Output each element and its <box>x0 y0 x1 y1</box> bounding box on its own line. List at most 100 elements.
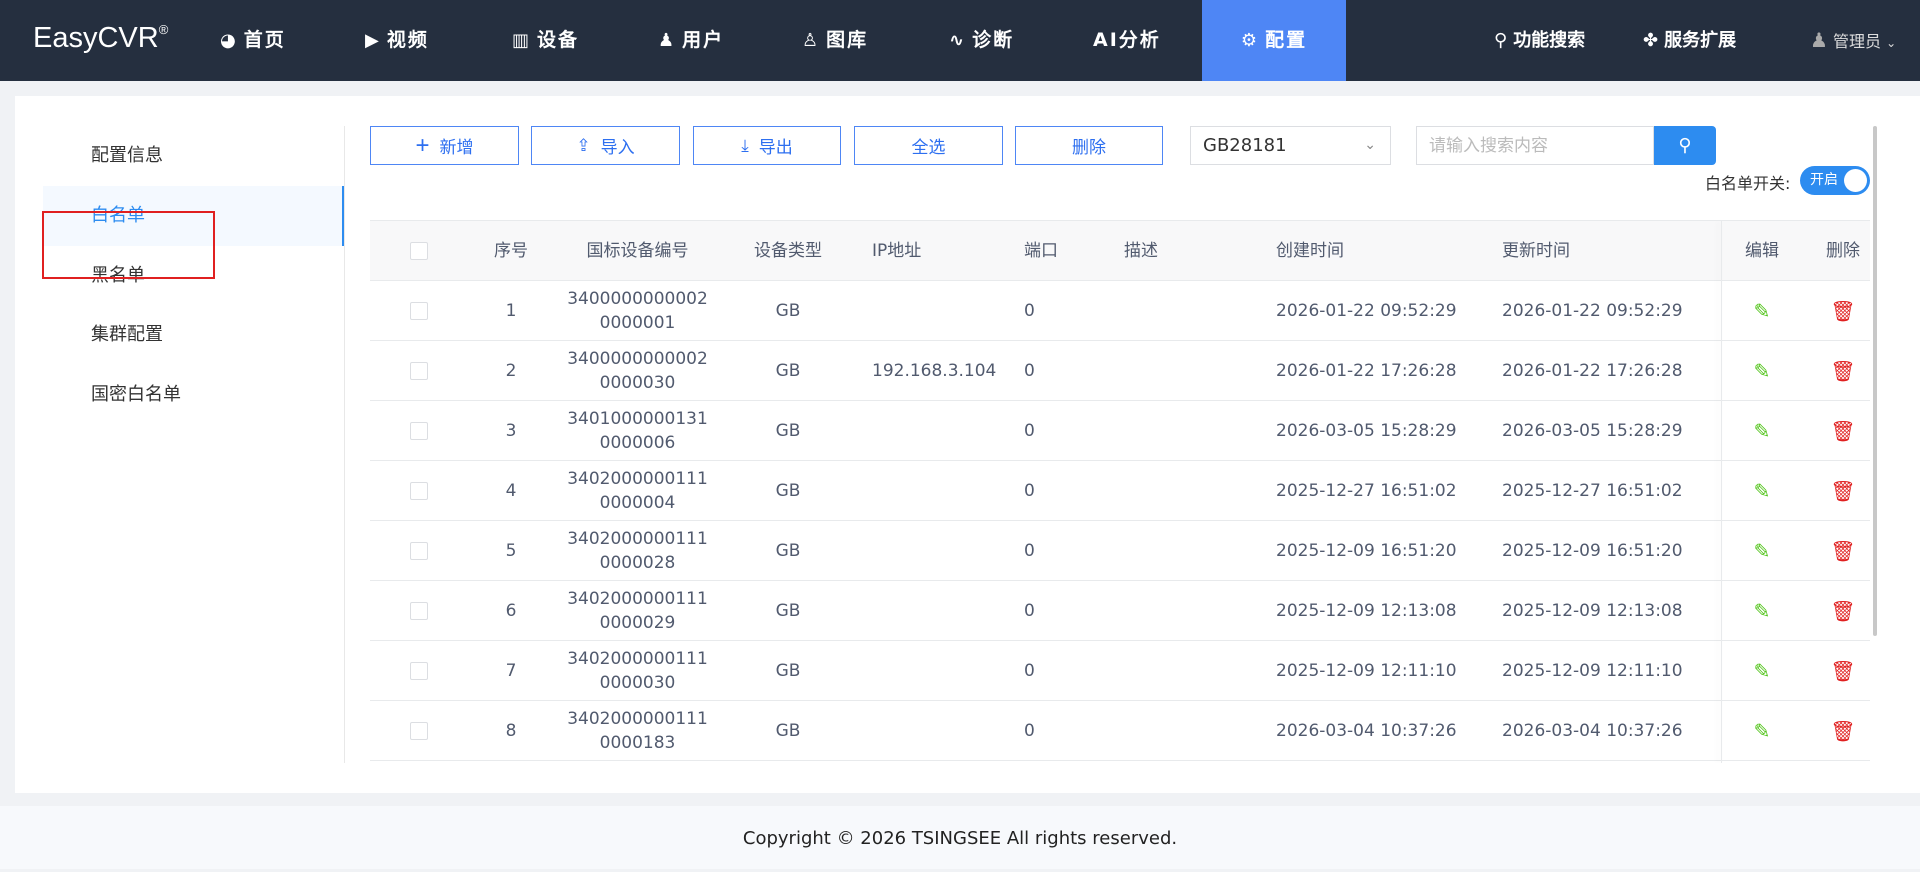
delete-button[interactable]: 删除 <box>1015 126 1163 165</box>
cell-device-id: 3402000000111 0000183 <box>560 701 715 761</box>
content-panel: 配置信息 白名单 黑名单 集群配置 国密白名单 + 新增 ⇪ 导入 ⤓ 导出 全选 删… <box>15 96 1920 793</box>
nav-service-extend[interactable]: ✤ 服务扩展 <box>1643 0 1736 81</box>
select-all-button[interactable]: 全选 <box>854 126 1003 165</box>
top-nav: EasyCVR® ◕ 首页 ▶ 视频 ▥ 设备 ♟ 用户 ♙ 图库 ∿ 诊断 AI分析 ⚙ 配… <box>0 0 1920 81</box>
device-id-part: 0000030 <box>599 673 676 693</box>
device-id-part: 3400000000002 <box>567 289 708 309</box>
edit-icon[interactable]: ✎ <box>1732 581 1792 641</box>
add-button[interactable]: + 新增 <box>370 126 519 165</box>
trash-icon[interactable]: 🗑 <box>1813 461 1870 521</box>
download-icon: ⤓ <box>741 135 749 155</box>
row-checkbox[interactable] <box>410 521 428 581</box>
device-id-part: 0000030 <box>599 373 676 393</box>
search-input[interactable] <box>1416 126 1654 165</box>
cell-port: 0 <box>1024 481 1035 501</box>
user-menu[interactable]: ♟ 管理员 ⌄ <box>1810 0 1896 81</box>
search-button[interactable]: ⚲ <box>1654 126 1716 165</box>
trash-icon[interactable]: 🗑 <box>1813 641 1870 701</box>
cell-no: 2 <box>505 361 517 381</box>
device-id-part: 3400000000002 <box>567 349 708 369</box>
nav-ai[interactable]: AI分析 <box>1093 0 1161 81</box>
trash-icon[interactable]: 🗑 <box>1813 281 1870 341</box>
edit-icon[interactable]: ✎ <box>1732 401 1792 461</box>
search-icon: ⚲ <box>1678 135 1692 155</box>
fixed-column-divider <box>1721 221 1722 763</box>
nav-label: 配置 <box>1265 29 1308 51</box>
table-row: 1 3400000000002 0000001 GB 0 2026-01-22 0… <box>370 281 1870 341</box>
cell-device-id: 3400000000002 0000030 <box>560 341 715 401</box>
nav-gallery[interactable]: ♙ 图库 <box>802 0 868 81</box>
nav-label: 功能搜索 <box>1513 30 1586 51</box>
device-id-part: 3402000000111 <box>567 649 708 669</box>
row-checkbox[interactable] <box>410 641 428 701</box>
trash-icon[interactable]: 🗑 <box>1813 701 1870 761</box>
trash-icon[interactable]: 🗑 <box>1813 401 1870 461</box>
nav-user[interactable]: ♟ 用户 <box>658 0 724 81</box>
edit-icon[interactable]: ✎ <box>1732 341 1792 401</box>
puzzle-icon: ✤ <box>1643 30 1659 51</box>
cell-no: 8 <box>505 721 517 741</box>
nav-diagnose[interactable]: ∿ 诊断 <box>949 0 1014 81</box>
col-header: 编辑 <box>1745 241 1779 261</box>
sidebar-item-cluster[interactable]: 集群配置 <box>43 305 344 365</box>
trash-icon[interactable]: 🗑 <box>1813 341 1870 401</box>
device-type-select[interactable]: GB28181 ⌄ <box>1190 126 1391 165</box>
col-header: 端口 <box>1024 241 1058 261</box>
device-id-part: 3402000000111 <box>567 529 708 549</box>
trash-icon[interactable]: 🗑 <box>1813 581 1870 641</box>
row-checkbox[interactable] <box>410 701 428 761</box>
row-checkbox[interactable] <box>410 401 428 461</box>
col-header: IP地址 <box>872 241 922 261</box>
nav-label: 视频 <box>386 29 429 51</box>
whitelist-switch[interactable]: 开启 <box>1800 166 1870 195</box>
edit-icon[interactable]: ✎ <box>1732 461 1792 521</box>
divider <box>344 126 345 763</box>
cell-device-id: 3402000000111 0000004 <box>560 461 715 521</box>
trash-icon[interactable]: 🗑 <box>1813 521 1870 581</box>
nav-config[interactable]: ⚙ 配置 <box>1202 0 1346 81</box>
whitelist-switch-label: 白名单开关: <box>1705 174 1791 193</box>
cell-type: GB <box>775 721 801 741</box>
device-id-part: 0000183 <box>599 733 676 753</box>
select-all-checkbox[interactable] <box>410 221 428 281</box>
scrollbar[interactable] <box>1873 126 1877 636</box>
edit-icon[interactable]: ✎ <box>1732 701 1792 761</box>
table-row: 2 3400000000002 0000030 GB 192.168.3.104 … <box>370 341 1870 401</box>
cell-updated: 2026-01-22 17:26:28 <box>1502 361 1683 381</box>
col-header: 删除 <box>1826 241 1860 261</box>
cell-type: GB <box>775 601 801 621</box>
nav-video[interactable]: ▶ 视频 <box>365 0 429 81</box>
cell-device-id: 3402000000111 0000029 <box>560 581 715 641</box>
table-row: 4 3402000000111 0000004 GB 0 2025-12-27 1… <box>370 461 1870 521</box>
nav-feature-search[interactable]: ⚲ 功能搜索 <box>1494 0 1585 81</box>
nav-home[interactable]: ◕ 首页 <box>220 0 286 81</box>
import-button[interactable]: ⇪ 导入 <box>531 126 680 165</box>
row-checkbox[interactable] <box>410 461 428 521</box>
logo[interactable]: EasyCVR® <box>33 22 168 55</box>
nav-device[interactable]: ▥ 设备 <box>512 0 579 81</box>
sidebar-item-sm-whitelist[interactable]: 国密白名单 <box>43 365 344 425</box>
cell-type: GB <box>775 301 801 321</box>
edit-icon[interactable]: ✎ <box>1732 281 1792 341</box>
button-label: 新增 <box>439 138 474 157</box>
footer: Copyright © 2026 TSINGSEE All rights res… <box>0 806 1920 869</box>
chevron-down-icon: ⌄ <box>1886 36 1897 50</box>
edit-icon[interactable]: ✎ <box>1732 641 1792 701</box>
sidebar-item-config-info[interactable]: 配置信息 <box>43 126 344 186</box>
nav-label: 诊断 <box>972 29 1015 51</box>
cell-no: 3 <box>505 421 517 441</box>
device-id-part: 0000029 <box>599 613 676 633</box>
cell-no: 4 <box>505 481 517 501</box>
alarm-icon: ♙ <box>802 30 821 51</box>
col-header: 设备类型 <box>754 241 822 261</box>
chevron-down-icon: ⌄ <box>1364 137 1376 153</box>
row-checkbox[interactable] <box>410 581 428 641</box>
row-checkbox[interactable] <box>410 341 428 401</box>
cell-type: GB <box>775 361 801 381</box>
cell-port: 0 <box>1024 721 1035 741</box>
device-id-part: 0000004 <box>599 493 676 513</box>
row-checkbox[interactable] <box>410 281 428 341</box>
edit-icon[interactable]: ✎ <box>1732 521 1792 581</box>
logo-mark: ® <box>158 22 169 37</box>
export-button[interactable]: ⤓ 导出 <box>693 126 841 165</box>
